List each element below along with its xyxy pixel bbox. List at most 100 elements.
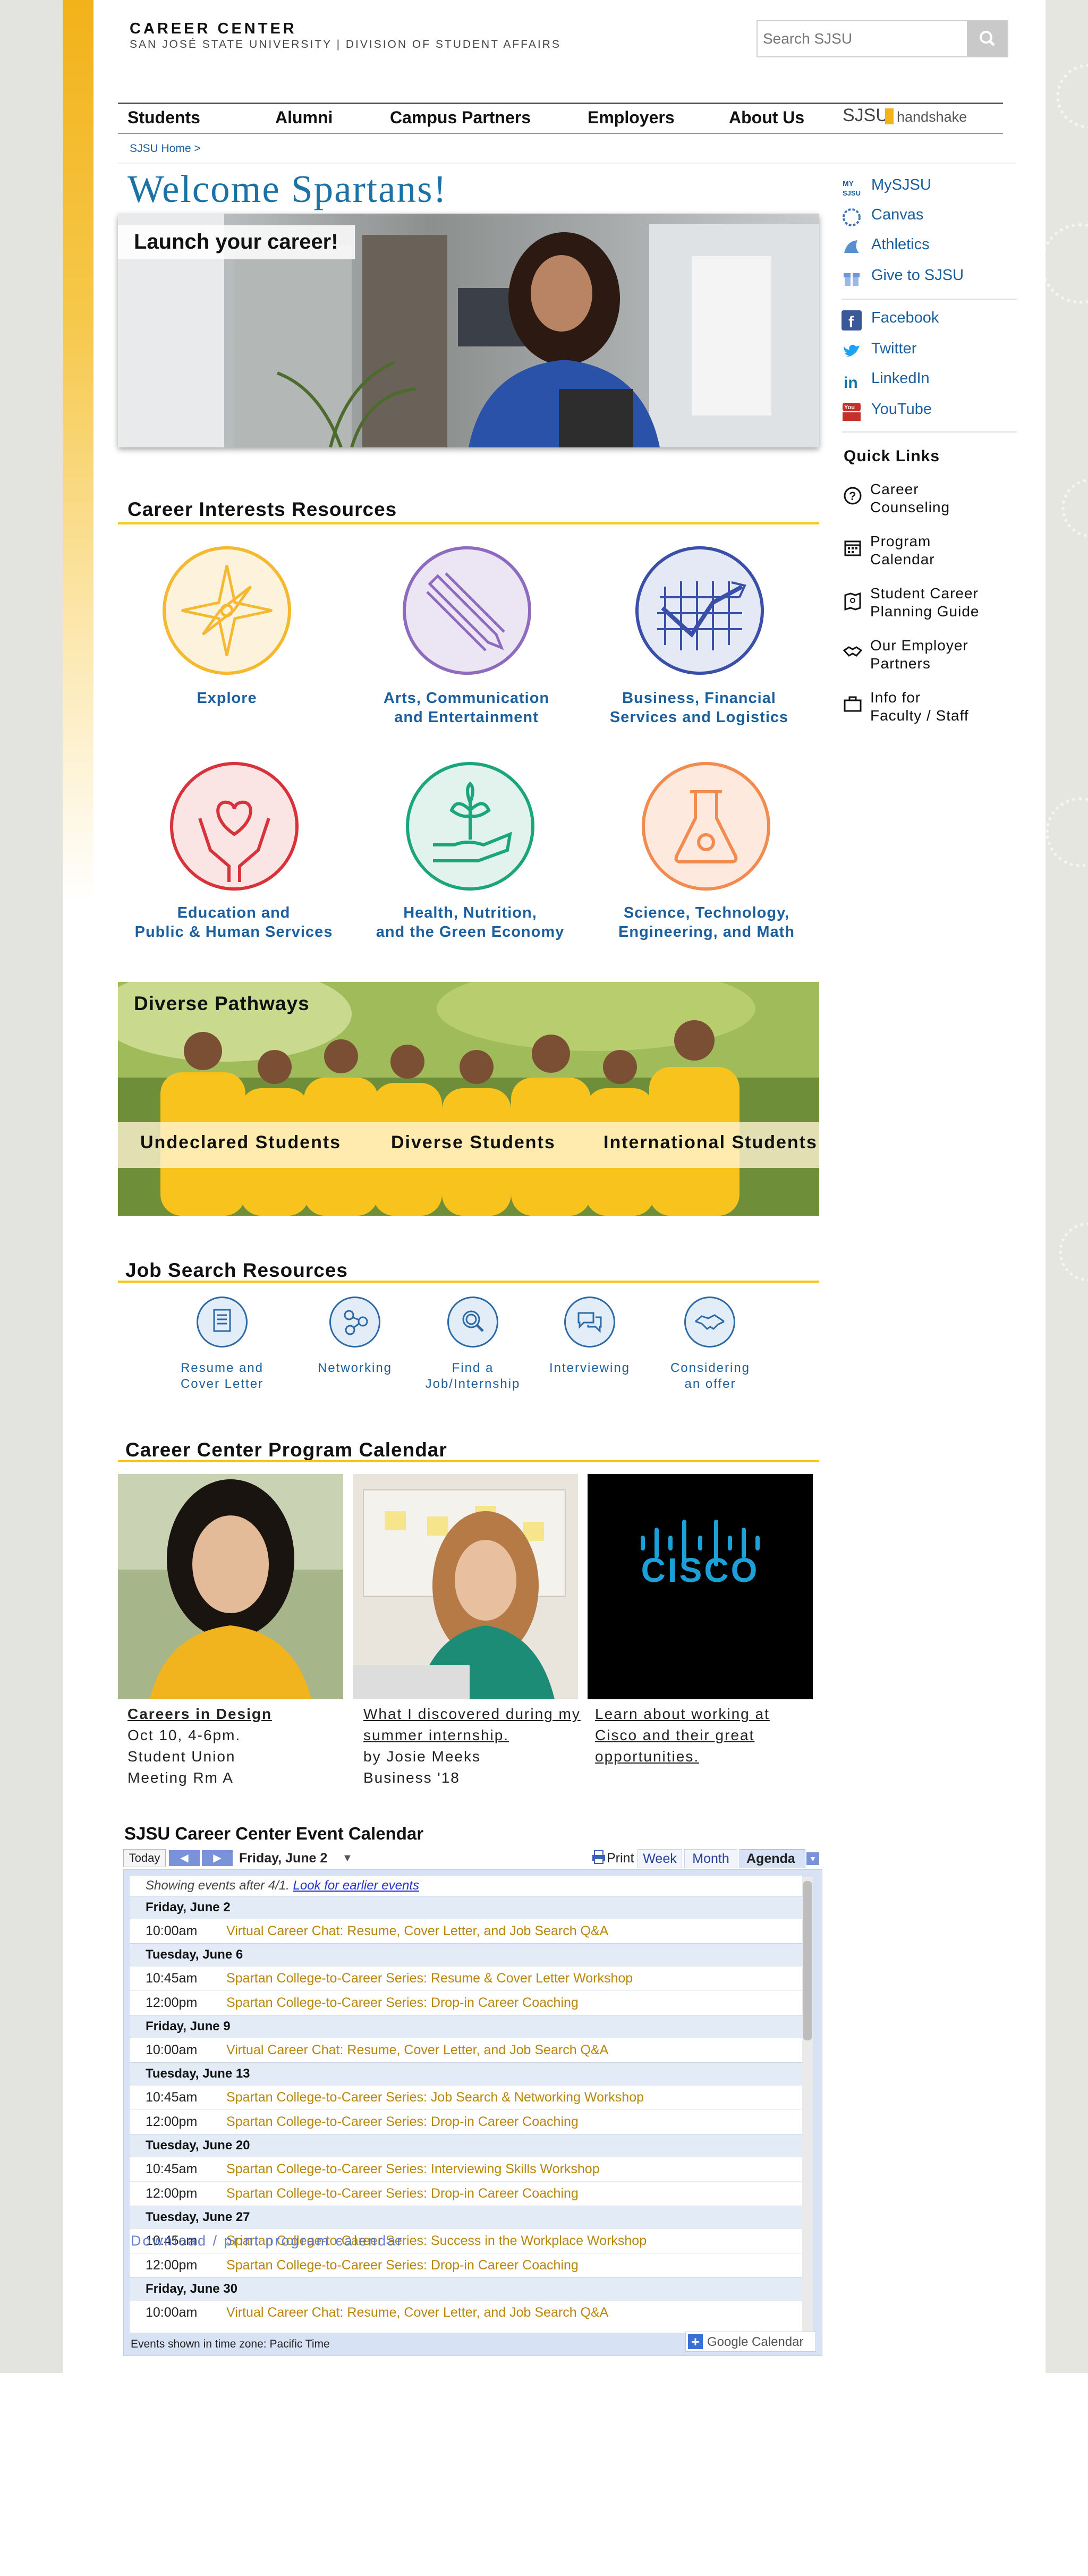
nav-alumni[interactable]: Alumni bbox=[275, 108, 333, 128]
event-title-link[interactable]: Spartan College-to-Career Series: Interv… bbox=[220, 2157, 600, 2181]
careers-in-design-image[interactable] bbox=[118, 1474, 343, 1699]
program-calendar-heading: Career Center Program Calendar bbox=[125, 1439, 447, 1461]
summer-internship-link[interactable]: What I discovered during my summer inter… bbox=[363, 1704, 592, 1746]
interviewing-button[interactable] bbox=[564, 1297, 615, 1348]
careers-in-design-link[interactable]: Careers in Design bbox=[128, 1704, 351, 1725]
sidebar-link-give[interactable]: Give to SJSU bbox=[871, 267, 964, 284]
breadcrumb-divider bbox=[118, 163, 1016, 164]
sidebar-link-facebook[interactable]: Facebook bbox=[871, 309, 939, 327]
agenda-scroll-thumb[interactable] bbox=[803, 1881, 812, 2040]
quick-link-program-calendar[interactable]: Program Calendar bbox=[870, 532, 935, 569]
students-group-photo bbox=[118, 982, 819, 1216]
event-title-link[interactable]: Spartan College-to-Career Series: Job Se… bbox=[220, 2086, 644, 2109]
agenda-view-tab[interactable]: Agenda bbox=[740, 1849, 805, 1868]
find-job-label[interactable]: Find a Job/Internship bbox=[414, 1360, 531, 1392]
agenda-event-row[interactable]: 12:00pm Spartan College-to-Career Series:… bbox=[130, 2181, 802, 2206]
agenda-event-row[interactable]: 10:00am Virtual Career Chat: Resume, Cove… bbox=[130, 2038, 802, 2062]
agenda-event-row[interactable]: 12:00pm Spartan College-to-Career Series:… bbox=[130, 2109, 802, 2134]
sidebar-link-mysjsu[interactable]: MySJSU bbox=[871, 176, 931, 194]
health-tile[interactable] bbox=[404, 760, 537, 893]
today-button[interactable]: Today bbox=[123, 1849, 166, 1867]
explore-label[interactable]: Explore bbox=[134, 689, 320, 708]
month-view-tab[interactable]: Month bbox=[684, 1849, 737, 1868]
compass-icon bbox=[163, 546, 291, 675]
download-calendar-link[interactable]: Download / print program calendar bbox=[131, 2233, 403, 2249]
career-interests-rule bbox=[118, 522, 819, 524]
agenda-event-row[interactable]: 10:45am Spartan College-to-Career Series:… bbox=[130, 2157, 802, 2181]
event-title-link[interactable]: Virtual Career Chat: Resume, Cover Lette… bbox=[220, 2038, 608, 2062]
agenda-notice-text: Showing events after 4/1. bbox=[146, 1878, 290, 1893]
event-title-link[interactable]: Spartan College-to-Career Series: Drop-i… bbox=[220, 2182, 579, 2206]
google-calendar-button[interactable]: + Google Calendar bbox=[685, 2332, 816, 2352]
networking-button[interactable] bbox=[329, 1297, 380, 1348]
explore-tile[interactable] bbox=[160, 544, 293, 677]
date-dropdown-icon[interactable]: ▼ bbox=[342, 1849, 353, 1867]
event-title-link[interactable]: Virtual Career Chat: Resume, Cover Lette… bbox=[220, 2301, 608, 2325]
event-title-link[interactable]: Virtual Career Chat: Resume, Cover Lette… bbox=[220, 1919, 608, 1943]
networking-label[interactable]: Networking bbox=[302, 1360, 408, 1376]
business-label[interactable]: Business, Financial Services and Logisti… bbox=[593, 689, 805, 727]
views-dropdown-icon[interactable]: ▼ bbox=[806, 1852, 819, 1865]
current-date-label[interactable]: Friday, June 2 bbox=[239, 1850, 327, 1866]
nav-students[interactable]: Students bbox=[128, 108, 200, 128]
sidebar-link-youtube[interactable]: YouTube bbox=[871, 401, 932, 418]
arts-label[interactable]: Arts, Communication and Entertainment bbox=[366, 689, 567, 727]
science-label[interactable]: Science, Technology, Engineering, and Ma… bbox=[600, 903, 813, 942]
earlier-events-link[interactable]: Look for earlier events bbox=[293, 1878, 419, 1893]
agenda-event-row[interactable]: 12:00pm Spartan College-to-Career Series:… bbox=[130, 1990, 802, 2015]
agenda-event-row[interactable]: 10:45am Spartan College-to-Career Series:… bbox=[130, 2085, 802, 2109]
cisco-link[interactable]: Learn about working at Cisco and their g… bbox=[595, 1704, 808, 1767]
resume-button[interactable] bbox=[197, 1297, 248, 1348]
chevron-left-icon: ◀ bbox=[180, 1852, 189, 1864]
pathway-international-students[interactable]: International Students bbox=[604, 1132, 818, 1153]
education-label[interactable]: Education and Public & Human Services bbox=[122, 903, 345, 942]
event-title-link[interactable]: Spartan College-to-Career Series: Drop-i… bbox=[220, 1991, 579, 2015]
event-title-link[interactable]: Spartan College-to-Career Series: Resume… bbox=[220, 1967, 633, 1990]
quick-link-faculty-staff[interactable]: Info for Faculty / Staff bbox=[870, 689, 969, 725]
agenda-event-row[interactable]: 10:00am Virtual Career Chat: Resume, Cove… bbox=[130, 1919, 802, 1943]
arts-tile[interactable] bbox=[401, 544, 533, 677]
print-icon[interactable] bbox=[591, 1849, 607, 1865]
week-view-tab[interactable]: Week bbox=[638, 1849, 682, 1868]
search-input[interactable] bbox=[759, 22, 972, 55]
event-title-link[interactable]: Spartan College-to-Career Series: Drop-i… bbox=[220, 2253, 579, 2277]
health-label[interactable]: Health, Nutrition, and the Green Economy bbox=[367, 903, 574, 942]
nav-campus-partners[interactable]: Campus Partners bbox=[390, 108, 531, 128]
handshake-logo[interactable]: handshake bbox=[897, 109, 967, 125]
breadcrumb[interactable]: SJSU Home > bbox=[130, 142, 201, 155]
quick-link-employer-partners[interactable]: Our Employer Partners bbox=[870, 637, 968, 673]
prev-button[interactable]: ◀ bbox=[169, 1850, 200, 1866]
sidebar-link-athletics[interactable]: Athletics bbox=[871, 236, 930, 253]
agenda-event-row[interactable]: 10:45am Spartan College-to-Career Series:… bbox=[130, 1966, 802, 1990]
next-button[interactable]: ▶ bbox=[202, 1850, 233, 1866]
print-button[interactable]: Print bbox=[607, 1849, 634, 1867]
job-search-rule bbox=[118, 1281, 819, 1283]
find-job-button[interactable] bbox=[447, 1297, 498, 1348]
science-tile[interactable] bbox=[640, 760, 772, 893]
event-title-link[interactable]: Spartan College-to-Career Series: Drop-i… bbox=[220, 2110, 579, 2134]
resume-label[interactable]: Resume and Cover Letter bbox=[159, 1360, 285, 1392]
nav-employers[interactable]: Employers bbox=[588, 108, 675, 128]
agenda-event-row[interactable]: 10:00am Virtual Career Chat: Resume, Cove… bbox=[130, 2300, 802, 2325]
interviewing-label[interactable]: Interviewing bbox=[531, 1360, 648, 1376]
agenda-event-row[interactable]: 12:00pm Spartan College-to-Career Series:… bbox=[130, 2253, 802, 2277]
sidebar-link-canvas[interactable]: Canvas bbox=[871, 206, 923, 224]
search-button[interactable] bbox=[967, 21, 1007, 56]
sidebar-link-twitter[interactable]: Twitter bbox=[871, 340, 916, 358]
growth-chart-icon bbox=[635, 546, 764, 675]
quick-link-planning-guide[interactable]: Student Career Planning Guide bbox=[870, 584, 979, 621]
offer-button[interactable] bbox=[684, 1297, 735, 1348]
sidebar-link-linkedin[interactable]: LinkedIn bbox=[871, 370, 930, 387]
pathway-undeclared-students[interactable]: Undeclared Students bbox=[140, 1132, 341, 1153]
quick-link-career-counseling[interactable]: Career Counseling bbox=[870, 480, 950, 516]
offer-label[interactable]: Considering an offer bbox=[649, 1360, 771, 1392]
nav-about-us[interactable]: About Us bbox=[729, 108, 804, 128]
education-tile[interactable] bbox=[168, 760, 301, 893]
pathway-diverse-students[interactable]: Diverse Students bbox=[391, 1132, 556, 1153]
sjsu-logo[interactable]: SJSU bbox=[843, 105, 889, 126]
summer-internship-image[interactable] bbox=[353, 1474, 578, 1699]
quick-links-heading: Quick Links bbox=[844, 447, 940, 465]
site-title[interactable]: CAREER CENTER bbox=[130, 20, 297, 38]
guide-icon bbox=[843, 591, 863, 611]
business-tile[interactable] bbox=[633, 544, 766, 677]
